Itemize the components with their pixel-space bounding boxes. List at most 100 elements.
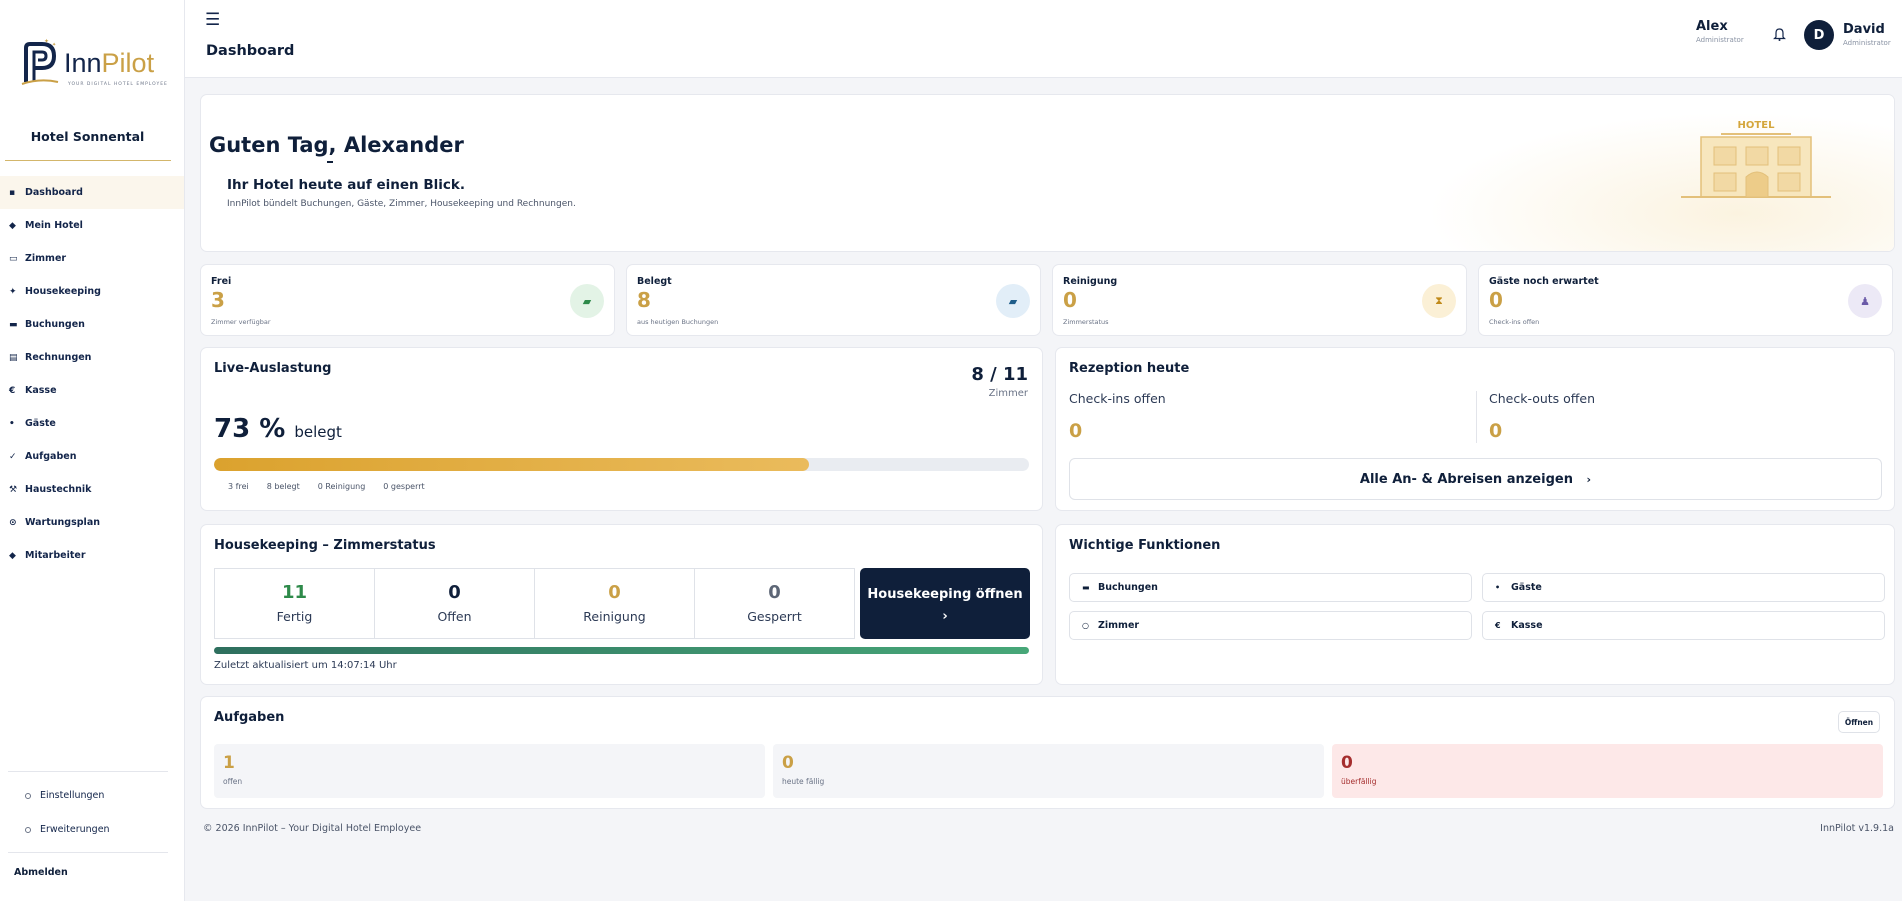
user-alex[interactable]: Alex Administrator bbox=[1696, 19, 1744, 44]
sidebar-divider bbox=[8, 771, 168, 772]
stat-value: 0 bbox=[1063, 288, 1077, 312]
task-box[interactable]: 0 heute fällig bbox=[773, 744, 1324, 798]
logout-link[interactable]: Abmelden bbox=[14, 867, 68, 878]
function-buchungen-button[interactable]: ▬ Buchungen bbox=[1069, 573, 1472, 602]
sidebar-item-mein-hotel[interactable]: ◆ Mein Hotel bbox=[0, 209, 184, 242]
hotel-divider bbox=[5, 160, 171, 161]
occupancy-ratio: 8 / 11 bbox=[971, 364, 1028, 385]
occupancy-bar-fill bbox=[214, 458, 809, 471]
stat-value: 0 bbox=[1489, 288, 1503, 312]
stat-label: Frei bbox=[211, 276, 232, 287]
sidebar-divider bbox=[8, 852, 168, 853]
sidebar-item-wartungsplan[interactable]: ⊙ Wartungsplan bbox=[0, 506, 184, 539]
nav-icon: ✓ bbox=[9, 451, 17, 462]
nav-icon: ✦ bbox=[9, 286, 17, 297]
legend-item: 0 gesperrt bbox=[383, 482, 425, 491]
function-icon: € bbox=[1495, 621, 1501, 630]
nav-icon: • bbox=[9, 418, 15, 429]
task-box[interactable]: 1 offen bbox=[214, 744, 765, 798]
sidebar-item-aufgaben[interactable]: ✓ Aufgaben bbox=[0, 440, 184, 473]
sidebar-item-settings[interactable]: Einstellungen bbox=[25, 790, 104, 801]
stat-icon: ▰ bbox=[996, 284, 1030, 318]
sidebar: ✦ ✦ InnPilot YOUR DIGITAL HOTEL EMPLOYEE… bbox=[0, 0, 185, 901]
svg-text:✦: ✦ bbox=[44, 38, 49, 45]
legend-item: 3 frei bbox=[228, 482, 249, 491]
open-housekeeping-button[interactable]: Housekeeping öffnen › bbox=[860, 568, 1030, 639]
footer-version: InnPilot v1.9.1a bbox=[1820, 823, 1894, 834]
stat-value: 8 bbox=[637, 288, 651, 312]
sidebar-item-buchungen[interactable]: ▬ Buchungen bbox=[0, 308, 184, 341]
stat-label: Gäste noch erwartet bbox=[1489, 276, 1599, 287]
function-gäste-button[interactable]: • Gäste bbox=[1482, 573, 1885, 602]
brand-name: InnPilot bbox=[64, 47, 155, 78]
sidebar-item-rechnungen[interactable]: ▤ Rechnungen bbox=[0, 341, 184, 374]
settings-icon bbox=[25, 792, 31, 799]
greeting-title: Guten Tag, Alexander bbox=[209, 133, 464, 157]
nav-icon: € bbox=[9, 385, 16, 396]
brand-tagline: YOUR DIGITAL HOTEL EMPLOYEE bbox=[68, 82, 168, 87]
stat-card: Belegt 8 aus heutigen Buchungen ▰ bbox=[626, 264, 1041, 336]
legend-item: 0 Reinigung bbox=[317, 482, 366, 491]
live-title: Live-Auslastung bbox=[214, 361, 332, 376]
nav-icon: ◆ bbox=[9, 220, 16, 231]
sidebar-item-zimmer[interactable]: ▭ Zimmer bbox=[0, 242, 184, 275]
occupancy-percent: 73 % belegt bbox=[214, 414, 342, 444]
stat-label: Reinigung bbox=[1063, 276, 1118, 287]
footer-copyright: © 2026 InnPilot – Your Digital Hotel Emp… bbox=[203, 823, 422, 834]
stat-icon: ♟ bbox=[1848, 284, 1882, 318]
bell-icon[interactable] bbox=[1773, 27, 1786, 41]
hotel-name: Hotel Sonnental bbox=[30, 129, 145, 144]
tasks-card: Aufgaben Öffnen 1 offen 0 heute fällig 0 über… bbox=[200, 696, 1895, 809]
greeting-subtitle: Ihr Hotel heute auf einen Blick. bbox=[227, 177, 465, 193]
stat-card: Frei 3 Zimmer verfügbar ▰ bbox=[200, 264, 615, 336]
brand-logo[interactable]: ✦ ✦ InnPilot bbox=[20, 38, 154, 88]
greeting-text: InnPilot bündelt Buchungen, Gäste, Zimme… bbox=[227, 199, 576, 209]
housekeeping-card: Housekeeping – Zimmerstatus 11 Fertig 0 Off… bbox=[200, 524, 1043, 685]
legend-item: 8 belegt bbox=[266, 482, 300, 491]
show-arrivals-button[interactable]: Alle An- & Abreisen anzeigen › bbox=[1069, 458, 1882, 500]
stat-value: 3 bbox=[211, 288, 225, 312]
innpilot-logo-icon: ✦ ✦ bbox=[21, 38, 59, 85]
housekeeping-status-grid: 11 Fertig 0 Offen 0 Reinigung 0 Gesperrt bbox=[214, 568, 855, 639]
sidebar-item-housekeeping[interactable]: ✦ Housekeeping bbox=[0, 275, 184, 308]
reception-title: Rezeption heute bbox=[1069, 361, 1190, 376]
extensions-icon bbox=[25, 826, 31, 833]
sidebar-item-gäste[interactable]: • Gäste bbox=[0, 407, 184, 440]
live-occupancy-card: Live-Auslastung 8 / 11 Zimmer 73 % beleg… bbox=[200, 347, 1043, 511]
function-icon: ▬ bbox=[1082, 583, 1090, 592]
stat-label: Belegt bbox=[637, 276, 672, 287]
sidebar-item-kasse[interactable]: € Kasse bbox=[0, 374, 184, 407]
menu-toggle-icon[interactable]: ☰ bbox=[205, 10, 220, 30]
nav-icon: ◆ bbox=[9, 550, 16, 561]
functions-card: Wichtige Funktionen ▬ Buchungen • Gäste ○ Zim… bbox=[1055, 524, 1895, 685]
svg-text:✦: ✦ bbox=[52, 42, 56, 48]
nav-icon: ▪ bbox=[9, 187, 16, 198]
sidebar-item-dashboard[interactable]: ▪ Dashboard bbox=[0, 176, 184, 209]
function-icon: • bbox=[1495, 583, 1501, 592]
occupancy-legend: 3 frei 8 belegt 0 Reinigung 0 gesperrt bbox=[228, 482, 425, 491]
housekeeping-title: Housekeeping – Zimmerstatus bbox=[214, 538, 436, 553]
hotel-illustration-icon: HOTEL bbox=[1681, 120, 1831, 198]
housekeeping-status-cell: 0 Gesperrt bbox=[747, 582, 802, 624]
avatar[interactable]: D bbox=[1804, 20, 1834, 50]
sidebar-nav: ▪ Dashboard ◆ Mein Hotel ▭ Zimmer ✦ Housekeepin… bbox=[0, 176, 184, 572]
reception-card: Rezeption heute Check-ins offen 0 Check-… bbox=[1055, 347, 1895, 511]
housekeeping-status-cell: 11 Fertig bbox=[215, 569, 375, 638]
hotel-sign: HOTEL bbox=[1738, 120, 1776, 131]
nav-icon: ▤ bbox=[9, 352, 18, 363]
sidebar-item-extensions[interactable]: Erweiterungen bbox=[25, 824, 110, 835]
function-zimmer-button[interactable]: ○ Zimmer bbox=[1069, 611, 1472, 640]
checkins-col: Check-ins offen 0 bbox=[1069, 391, 1166, 442]
stat-card: Reinigung 0 Zimmerstatus ⧗ bbox=[1052, 264, 1467, 336]
function-kasse-button[interactable]: € Kasse bbox=[1482, 611, 1885, 640]
sidebar-item-haustechnik[interactable]: ⚒ Haustechnik bbox=[0, 473, 184, 506]
nav-icon: ▬ bbox=[9, 319, 18, 330]
topbar: ☰ Dashboard Alex Administrator D David A… bbox=[185, 0, 1902, 78]
functions-title: Wichtige Funktionen bbox=[1069, 538, 1221, 553]
housekeeping-progress-bar bbox=[214, 647, 1029, 654]
tasks-open-button[interactable]: Öffnen bbox=[1838, 711, 1880, 733]
page-title: Dashboard bbox=[206, 43, 295, 59]
user-david[interactable]: David Administrator bbox=[1843, 22, 1891, 47]
sidebar-item-mitarbeiter[interactable]: ◆ Mitarbeiter bbox=[0, 539, 184, 572]
task-box[interactable]: 0 überfällig bbox=[1332, 744, 1883, 798]
